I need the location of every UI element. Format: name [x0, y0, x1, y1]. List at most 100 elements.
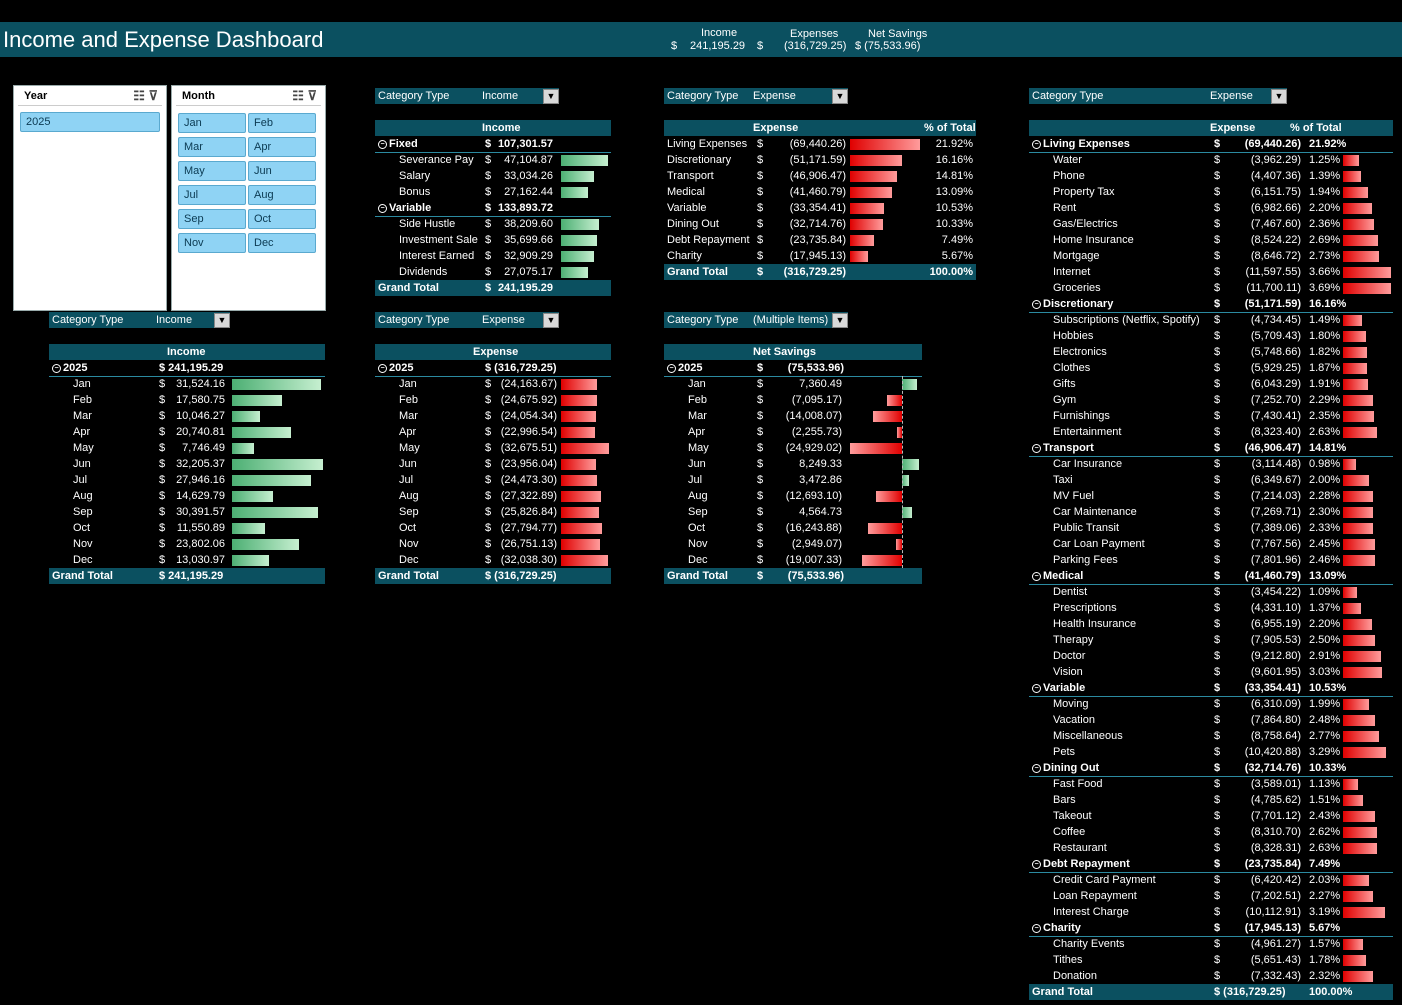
slicer-item-mar[interactable]: Mar: [178, 137, 246, 157]
data-bar: [1343, 235, 1378, 246]
clear-filter-icon[interactable]: ⊽: [148, 88, 158, 103]
row-label: Public Transit: [1053, 522, 1120, 534]
table-row: Restaurant $ (8,328.31) 2.63%: [1029, 840, 1393, 856]
row-value: (10,112.91): [1245, 906, 1301, 918]
currency: $: [485, 442, 492, 454]
data-bar: [1343, 587, 1358, 598]
filter-dropdown-icon[interactable]: ▼: [214, 313, 230, 328]
filter-category-type-5[interactable]: Category Type Expense ▼: [375, 312, 559, 328]
table-row: Mortgage $ (8,646.72) 2.73%: [1029, 248, 1393, 264]
row-pct: 1.91%: [1309, 378, 1341, 390]
filter-dropdown-icon[interactable]: ▼: [543, 313, 559, 328]
multi-select-icon[interactable]: ☷: [292, 88, 304, 103]
slicer-item-may[interactable]: May: [178, 161, 246, 181]
collapse-icon[interactable]: −: [667, 364, 676, 373]
filter-dropdown-icon[interactable]: ▼: [832, 313, 848, 328]
row-value: (6,955.19): [1250, 618, 1301, 630]
table-row: Internet $ (11,597.55) 3.66%: [1029, 264, 1393, 280]
row-value: (46,906.47): [789, 170, 846, 182]
table-row: May $7,746.49: [49, 440, 325, 456]
year-slicer-title: Year: [24, 90, 48, 102]
slicer-item-apr[interactable]: Apr: [248, 137, 316, 157]
currency: $: [1214, 266, 1221, 278]
row-pct: 3.66%: [1309, 266, 1341, 278]
data-bar: [850, 219, 883, 230]
currency: $: [159, 394, 166, 406]
slicer-item-feb[interactable]: Feb: [248, 113, 316, 133]
row-pct: 2.43%: [1309, 810, 1341, 822]
collapse-icon[interactable]: −: [1032, 140, 1041, 149]
slicer-item-dec[interactable]: Dec: [248, 233, 316, 253]
collapse-icon[interactable]: −: [1032, 572, 1041, 581]
collapse-icon[interactable]: −: [1032, 860, 1041, 869]
collapse-icon[interactable]: −: [1032, 924, 1041, 933]
row-label: Jul: [688, 474, 703, 486]
currency: $: [757, 250, 764, 262]
currency: $: [1214, 890, 1221, 902]
currency: $: [1214, 170, 1221, 182]
currency: $: [159, 426, 166, 438]
filter-category-type-3[interactable]: Category Type Expense ▼: [1029, 88, 1287, 104]
row-value: (7,332.43): [1250, 970, 1301, 982]
grand-total-value: $ 241,195.29: [159, 570, 224, 582]
collapse-icon[interactable]: −: [378, 204, 387, 213]
filter-category-type-4[interactable]: Category Type Income ▼: [49, 312, 230, 328]
table-row: MV Fuel $ (7,214.03) 2.28%: [1029, 488, 1393, 504]
row-label: Tithes: [1053, 954, 1083, 966]
slicer-item-jul[interactable]: Jul: [178, 185, 246, 205]
table-row: May $ (32,675.51): [375, 440, 611, 456]
row-value: (16,243.88): [785, 522, 842, 534]
table-row: Takeout $ (7,701.12) 2.43%: [1029, 808, 1393, 824]
table-row: Gym $ (7,252.70) 2.29%: [1029, 392, 1393, 408]
table-row: Subscriptions (Netflix, Spotify) $ (4,734.…: [1029, 312, 1393, 328]
slicer-item-aug[interactable]: Aug: [248, 185, 316, 205]
row-label: Pets: [1053, 746, 1076, 758]
multi-select-icon[interactable]: ☷: [133, 88, 145, 103]
currency: $: [1214, 794, 1221, 806]
row-pct: 1.87%: [1309, 362, 1341, 374]
group-label-text: Discretionary: [1043, 298, 1114, 310]
month-slicer[interactable]: Month ☷ ⊽ Jan Feb Mar Apr May Jun Jul Aug Sep Oct…: [171, 85, 326, 311]
data-bar: [850, 251, 869, 262]
year-slicer[interactable]: Year ☷ ⊽ 2025: [13, 85, 167, 311]
collapse-icon[interactable]: −: [1032, 764, 1041, 773]
row-value: (24,675.92): [500, 394, 557, 406]
row-pct: 1.78%: [1309, 954, 1341, 966]
filter-dropdown-icon[interactable]: ▼: [832, 89, 848, 104]
filter-dropdown-icon[interactable]: ▼: [543, 89, 559, 104]
row-value: (6,420.42): [1250, 874, 1301, 886]
table-row: Phone $ (4,407.36) 1.39%: [1029, 168, 1393, 184]
data-bar: [1343, 395, 1373, 406]
collapse-icon[interactable]: −: [1032, 684, 1041, 693]
currency: $: [1214, 762, 1221, 774]
currency: $: [1214, 426, 1221, 438]
row-label: Severance Pay: [399, 154, 474, 166]
slicer-item-nov[interactable]: Nov: [178, 233, 246, 253]
collapse-icon[interactable]: −: [378, 364, 387, 373]
collapse-icon[interactable]: −: [1032, 444, 1041, 453]
filter-category-type-6[interactable]: Category Type (Multiple Items) ▼: [664, 312, 848, 328]
currency: $: [1214, 826, 1221, 838]
slicer-item-oct[interactable]: Oct: [248, 209, 316, 229]
collapse-icon[interactable]: −: [378, 140, 387, 149]
table-row: Charity Events $ (4,961.27) 1.57%: [1029, 936, 1393, 952]
collapse-icon[interactable]: −: [52, 364, 61, 373]
table-row: Dec $ (32,038.30): [375, 552, 611, 568]
slicer-item-jan[interactable]: Jan: [178, 113, 246, 133]
collapse-icon[interactable]: −: [1032, 300, 1041, 309]
kpi-income-label: Income: [701, 27, 738, 39]
filter-category-type-2[interactable]: Category Type Expense ▼: [664, 88, 848, 104]
row-pct: 2.29%: [1309, 394, 1341, 406]
row-label: Jun: [399, 458, 417, 470]
slicer-item-2025[interactable]: 2025: [20, 112, 160, 132]
row-value: (32,714.76): [1244, 762, 1301, 774]
row-value: (4,407.36): [1250, 170, 1301, 182]
filter-dropdown-icon[interactable]: ▼: [1271, 89, 1287, 104]
row-pct: 2.35%: [1309, 410, 1341, 422]
slicer-item-jun[interactable]: Jun: [248, 161, 316, 181]
currency: $: [1214, 474, 1221, 486]
data-bar: [561, 443, 609, 454]
slicer-item-sep[interactable]: Sep: [178, 209, 246, 229]
clear-filter-icon[interactable]: ⊽: [307, 88, 317, 103]
filter-category-type-1[interactable]: Category Type Income ▼: [375, 88, 559, 104]
